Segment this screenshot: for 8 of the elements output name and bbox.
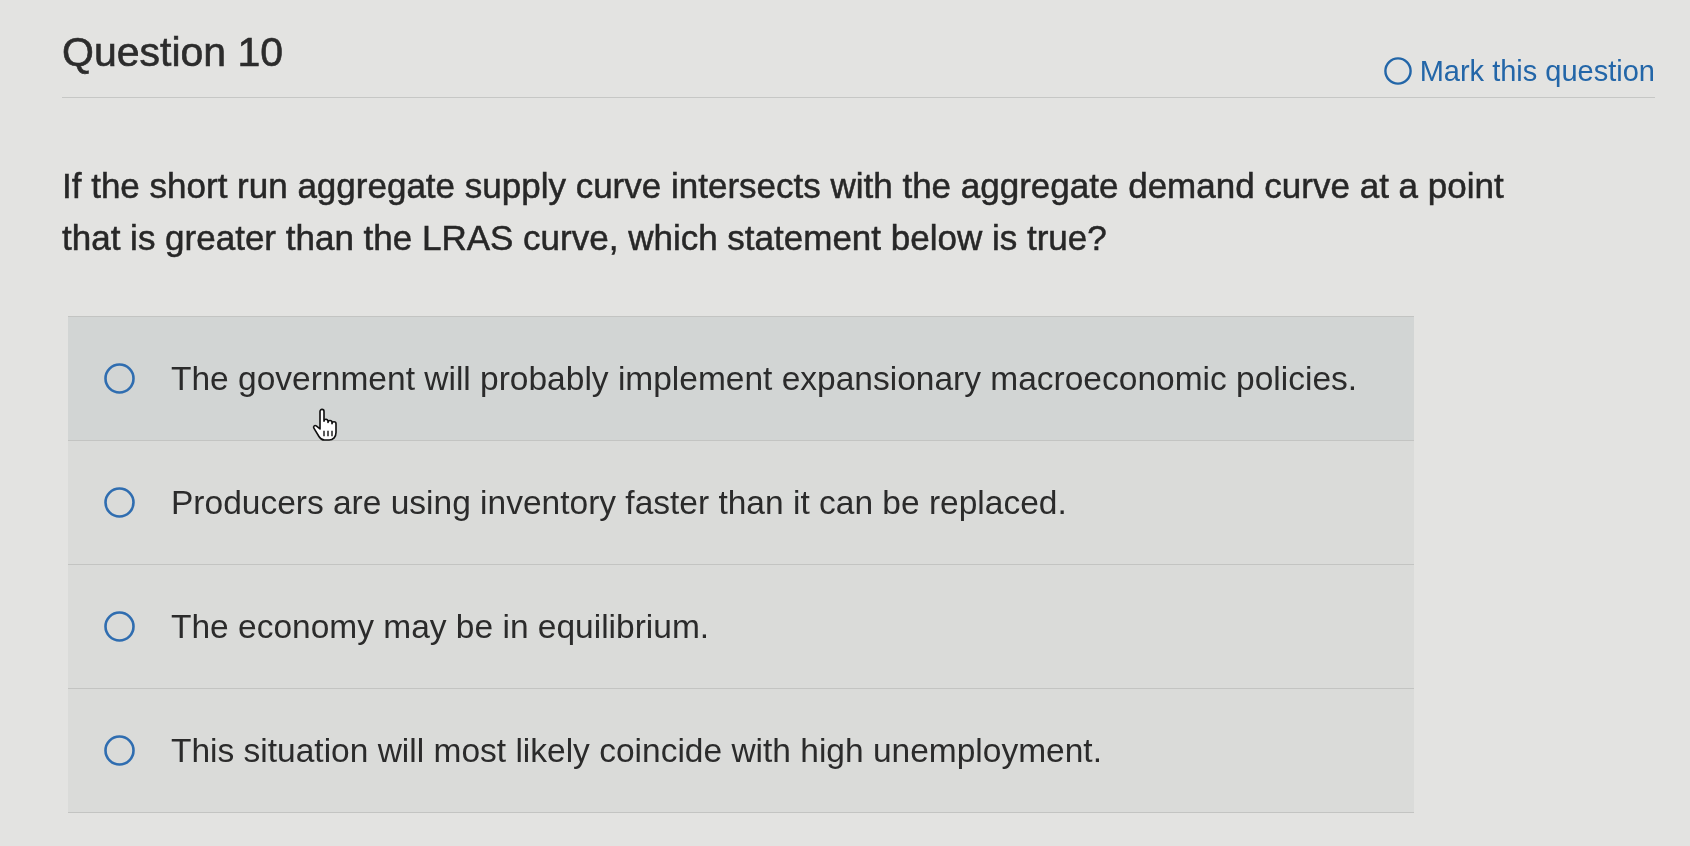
answer-option[interactable]: The government will probably implement expansionary macroeconomic policies.: [68, 316, 1414, 440]
question-text: If the short run aggregate supply curve intersects with the aggregate demand curve at a point that is greater than the LRAS curve, which statement below is true?: [62, 165, 1505, 259]
mark-question-button[interactable]: Mark this question: [1383, 53, 1655, 89]
hand-cursor-icon: [310, 408, 340, 442]
answer-option[interactable]: The economy may be in equilibrium.: [68, 564, 1414, 688]
answer-option[interactable]: This situation will most likely coincide with high unemployment.: [68, 688, 1414, 812]
answer-option[interactable]: Producers are using inventory faster than it can be replaced.: [68, 440, 1414, 564]
question-title: Question 10: [62, 28, 284, 76]
